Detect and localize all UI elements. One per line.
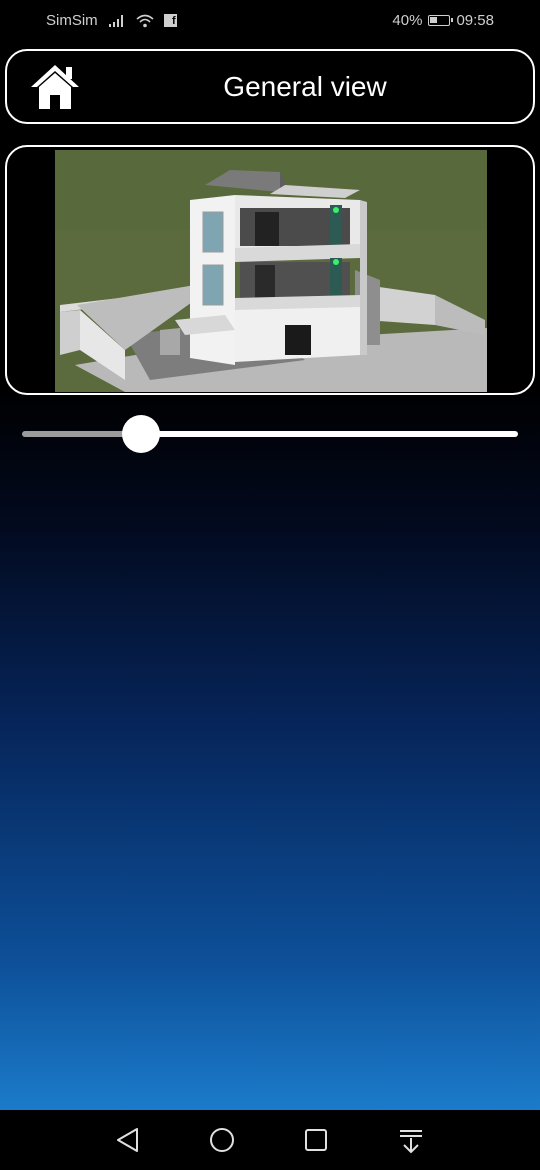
battery-icon xyxy=(428,15,454,26)
status-bar: SimSim f 40% 09:58 xyxy=(0,0,540,42)
facebook-icon: f xyxy=(163,14,177,27)
status-right: 40% 09:58 xyxy=(392,12,494,29)
home-circle-icon xyxy=(210,1128,234,1152)
system-nav-bar xyxy=(0,1110,540,1170)
slider-track-remaining xyxy=(141,431,518,437)
notifications-button[interactable] xyxy=(396,1125,426,1155)
battery-level xyxy=(430,17,438,23)
view-slider[interactable] xyxy=(22,413,518,455)
wifi-icon xyxy=(136,14,154,27)
home-nav-button[interactable] xyxy=(207,1125,237,1155)
carrier-name: SimSim xyxy=(46,12,98,29)
clock: 09:58 xyxy=(456,12,494,29)
battery-percent: 40% xyxy=(392,12,423,29)
page-title: General view xyxy=(223,71,387,102)
recents-square-icon xyxy=(305,1129,327,1151)
pull-down-icon xyxy=(400,1130,422,1154)
slider-thumb[interactable] xyxy=(122,415,160,453)
status-left: SimSim f xyxy=(46,12,177,29)
header-bar: General view xyxy=(5,49,535,124)
house-3d-render xyxy=(55,150,487,392)
back-triangle-icon xyxy=(117,1128,138,1152)
signal-bars-icon xyxy=(108,14,123,27)
back-button[interactable] xyxy=(113,1125,143,1155)
recents-button[interactable] xyxy=(301,1125,331,1155)
image-viewer-frame xyxy=(5,145,535,395)
